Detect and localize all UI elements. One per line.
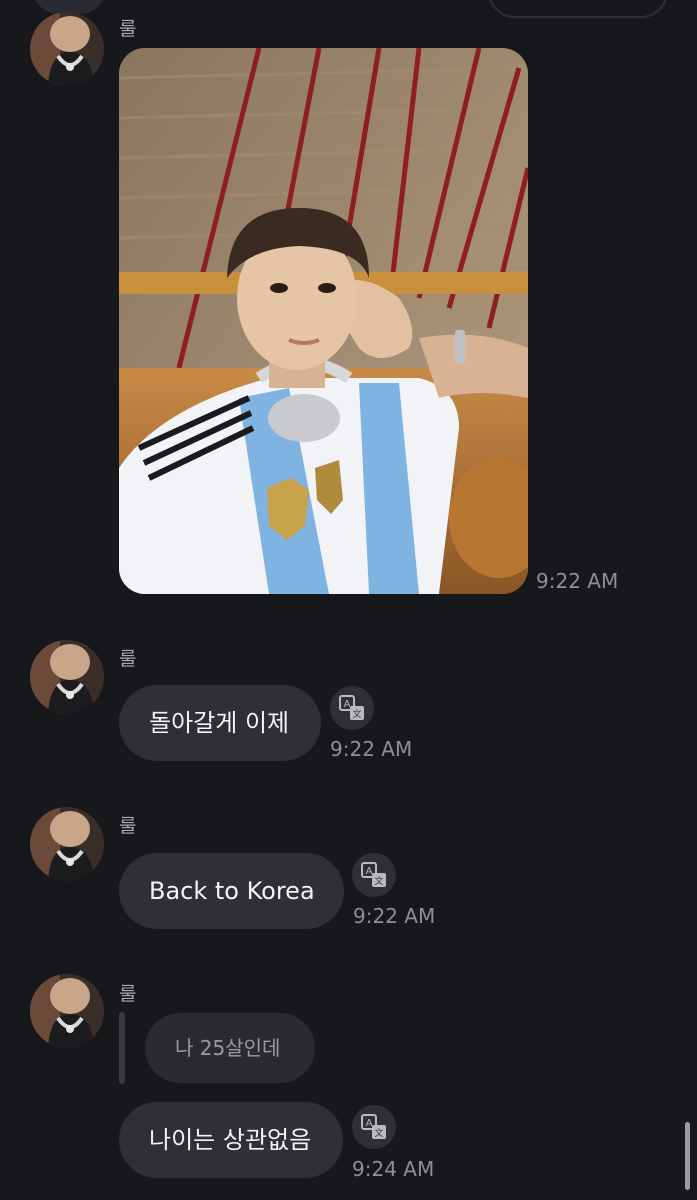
svg-text:文: 文 xyxy=(352,708,361,720)
avatar[interactable] xyxy=(30,640,104,714)
sender-name: 룰 xyxy=(119,18,137,40)
svg-text:A: A xyxy=(366,1118,373,1129)
translate-icon: A 文 xyxy=(339,695,364,720)
message-photo[interactable] xyxy=(119,48,528,594)
message-time: 9:22 AM xyxy=(536,569,619,593)
scrollbar[interactable] xyxy=(685,1122,690,1190)
translate-icon: A 文 xyxy=(361,1114,386,1139)
avatar[interactable] xyxy=(30,974,104,1048)
sender-name: 룰 xyxy=(119,815,137,837)
translate-button[interactable]: A 文 xyxy=(330,686,374,730)
translate-button[interactable]: A 文 xyxy=(352,1105,396,1149)
avatar[interactable] xyxy=(30,807,104,881)
sender-name: 룰 xyxy=(119,648,137,670)
message-time: 9:22 AM xyxy=(330,737,413,761)
message-time: 9:22 AM xyxy=(353,904,436,928)
message-bubble[interactable]: 나이는 상관없음 xyxy=(119,1102,343,1178)
message-bubble[interactable]: Back to Korea xyxy=(119,853,344,929)
svg-text:文: 文 xyxy=(374,1127,383,1139)
quoted-message[interactable]: 나 25살인데 xyxy=(145,1013,315,1083)
svg-text:文: 文 xyxy=(374,875,383,887)
translate-button[interactable]: A 文 xyxy=(352,853,396,897)
header-pill[interactable] xyxy=(488,0,668,18)
svg-text:A: A xyxy=(366,866,373,877)
avatar[interactable] xyxy=(30,12,104,86)
message-bubble[interactable]: 돌아갈게 이제 xyxy=(119,685,321,761)
translate-icon: A 文 xyxy=(361,862,386,887)
reply-indicator xyxy=(119,1012,125,1084)
message-time: 9:24 AM xyxy=(352,1157,435,1181)
sender-name: 룰 xyxy=(119,983,137,1005)
svg-text:A: A xyxy=(344,699,351,710)
